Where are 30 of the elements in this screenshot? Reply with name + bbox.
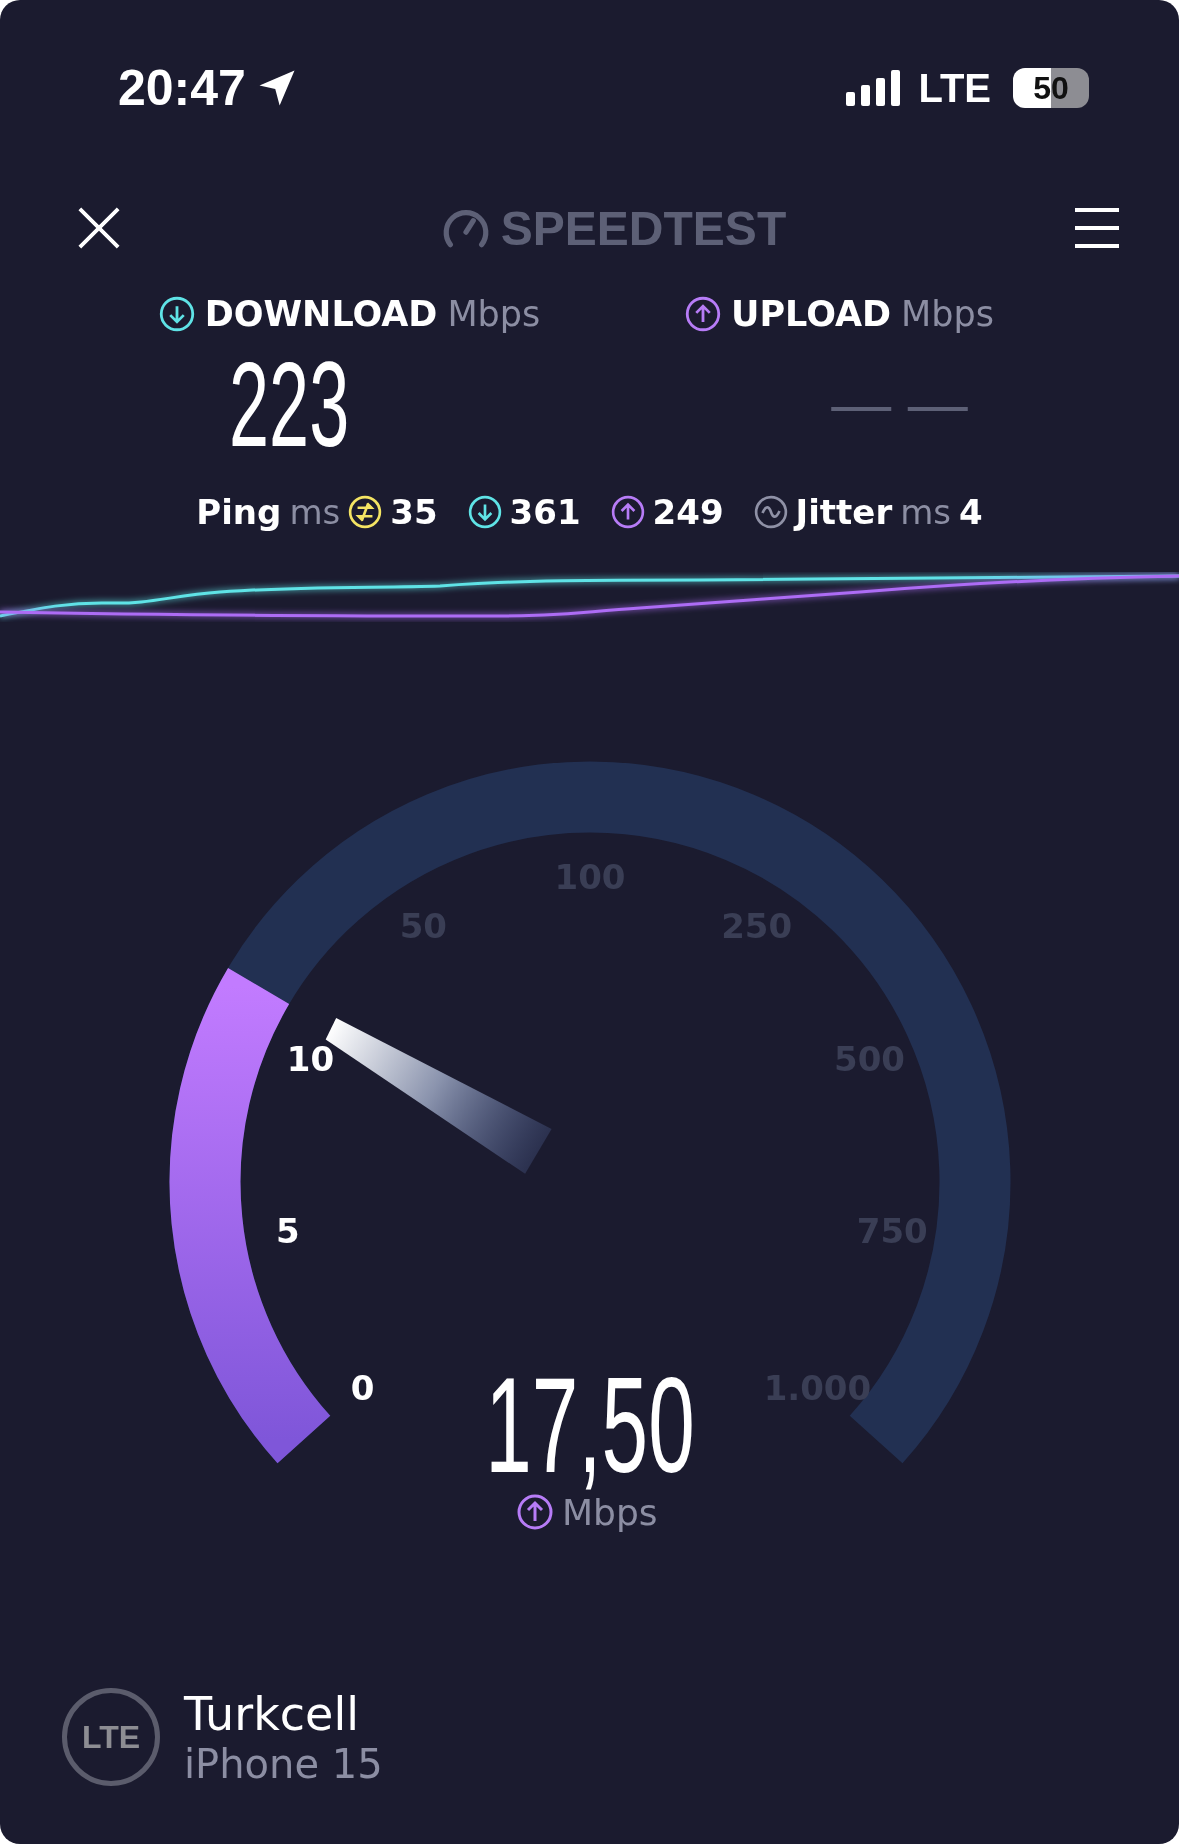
menu-icon[interactable] bbox=[1075, 206, 1119, 250]
device-name: iPhone 15 bbox=[184, 1741, 383, 1787]
metric-value: 249 bbox=[652, 492, 724, 532]
metric-value: 361 bbox=[509, 492, 581, 532]
exchange-icon bbox=[348, 495, 383, 529]
speed-value: — — bbox=[831, 369, 968, 439]
metric-label: Ping bbox=[196, 492, 282, 532]
result-label: UPLOAD bbox=[731, 294, 892, 334]
app-logo: SPEEDTEST bbox=[500, 200, 787, 256]
wave-icon bbox=[753, 495, 788, 529]
scale-label: 10 bbox=[286, 1038, 335, 1079]
unit-label: Mbps bbox=[901, 294, 994, 334]
unit-label: Mbps bbox=[447, 294, 541, 334]
carrier-name: Turkcell bbox=[184, 1687, 360, 1741]
metric-value: 4 bbox=[959, 492, 983, 532]
unit-label: ms bbox=[289, 492, 341, 532]
speed-value: 223 bbox=[229, 336, 350, 473]
scale-label: 5 bbox=[275, 1210, 300, 1251]
network-type: LTE bbox=[918, 65, 991, 111]
battery-indicator: 50 bbox=[1013, 68, 1089, 108]
result-label: DOWNLOAD bbox=[204, 294, 438, 334]
signal-icon bbox=[846, 70, 903, 106]
close-icon[interactable] bbox=[76, 205, 122, 251]
metric-value: 35 bbox=[390, 492, 438, 532]
network-badge: LTE bbox=[62, 1688, 160, 1786]
clock-time: 20:47 bbox=[118, 59, 246, 117]
metric-label: Jitter bbox=[795, 492, 893, 532]
unit-label: Mbps bbox=[562, 1492, 658, 1533]
scale-label: 0 bbox=[350, 1367, 375, 1408]
unit-label: ms bbox=[900, 492, 952, 532]
